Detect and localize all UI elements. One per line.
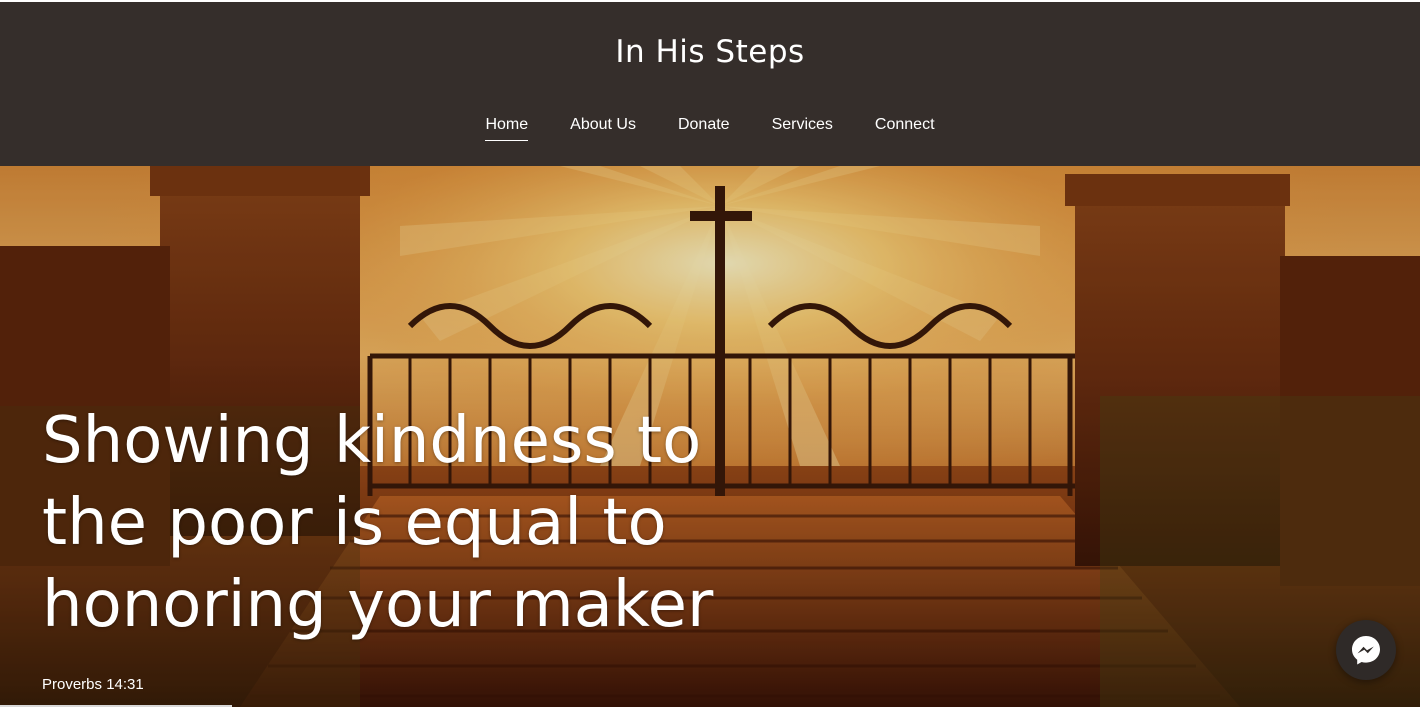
nav-item-about-us[interactable]: About Us [570,114,636,141]
main-nav: Home About Us Donate Services Connect [0,114,1420,141]
messenger-chat-button[interactable] [1336,620,1396,680]
nav-item-services[interactable]: Services [772,114,833,141]
site-header: In His Steps Home About Us Donate Servic… [0,2,1420,166]
messenger-icon [1352,636,1380,665]
hero-heading: Showing kindness to the poor is equal to… [42,404,714,642]
nav-item-connect[interactable]: Connect [875,114,935,141]
page: In His Steps Home About Us Donate Servic… [0,0,1420,707]
nav-item-home[interactable]: Home [485,114,529,141]
hero-section: Showing kindness to the poor is equal to… [0,166,1420,707]
hero-caption: Proverbs 14:31 [42,676,144,693]
site-title[interactable]: In His Steps [0,34,1420,70]
nav-item-donate[interactable]: Donate [678,114,730,141]
